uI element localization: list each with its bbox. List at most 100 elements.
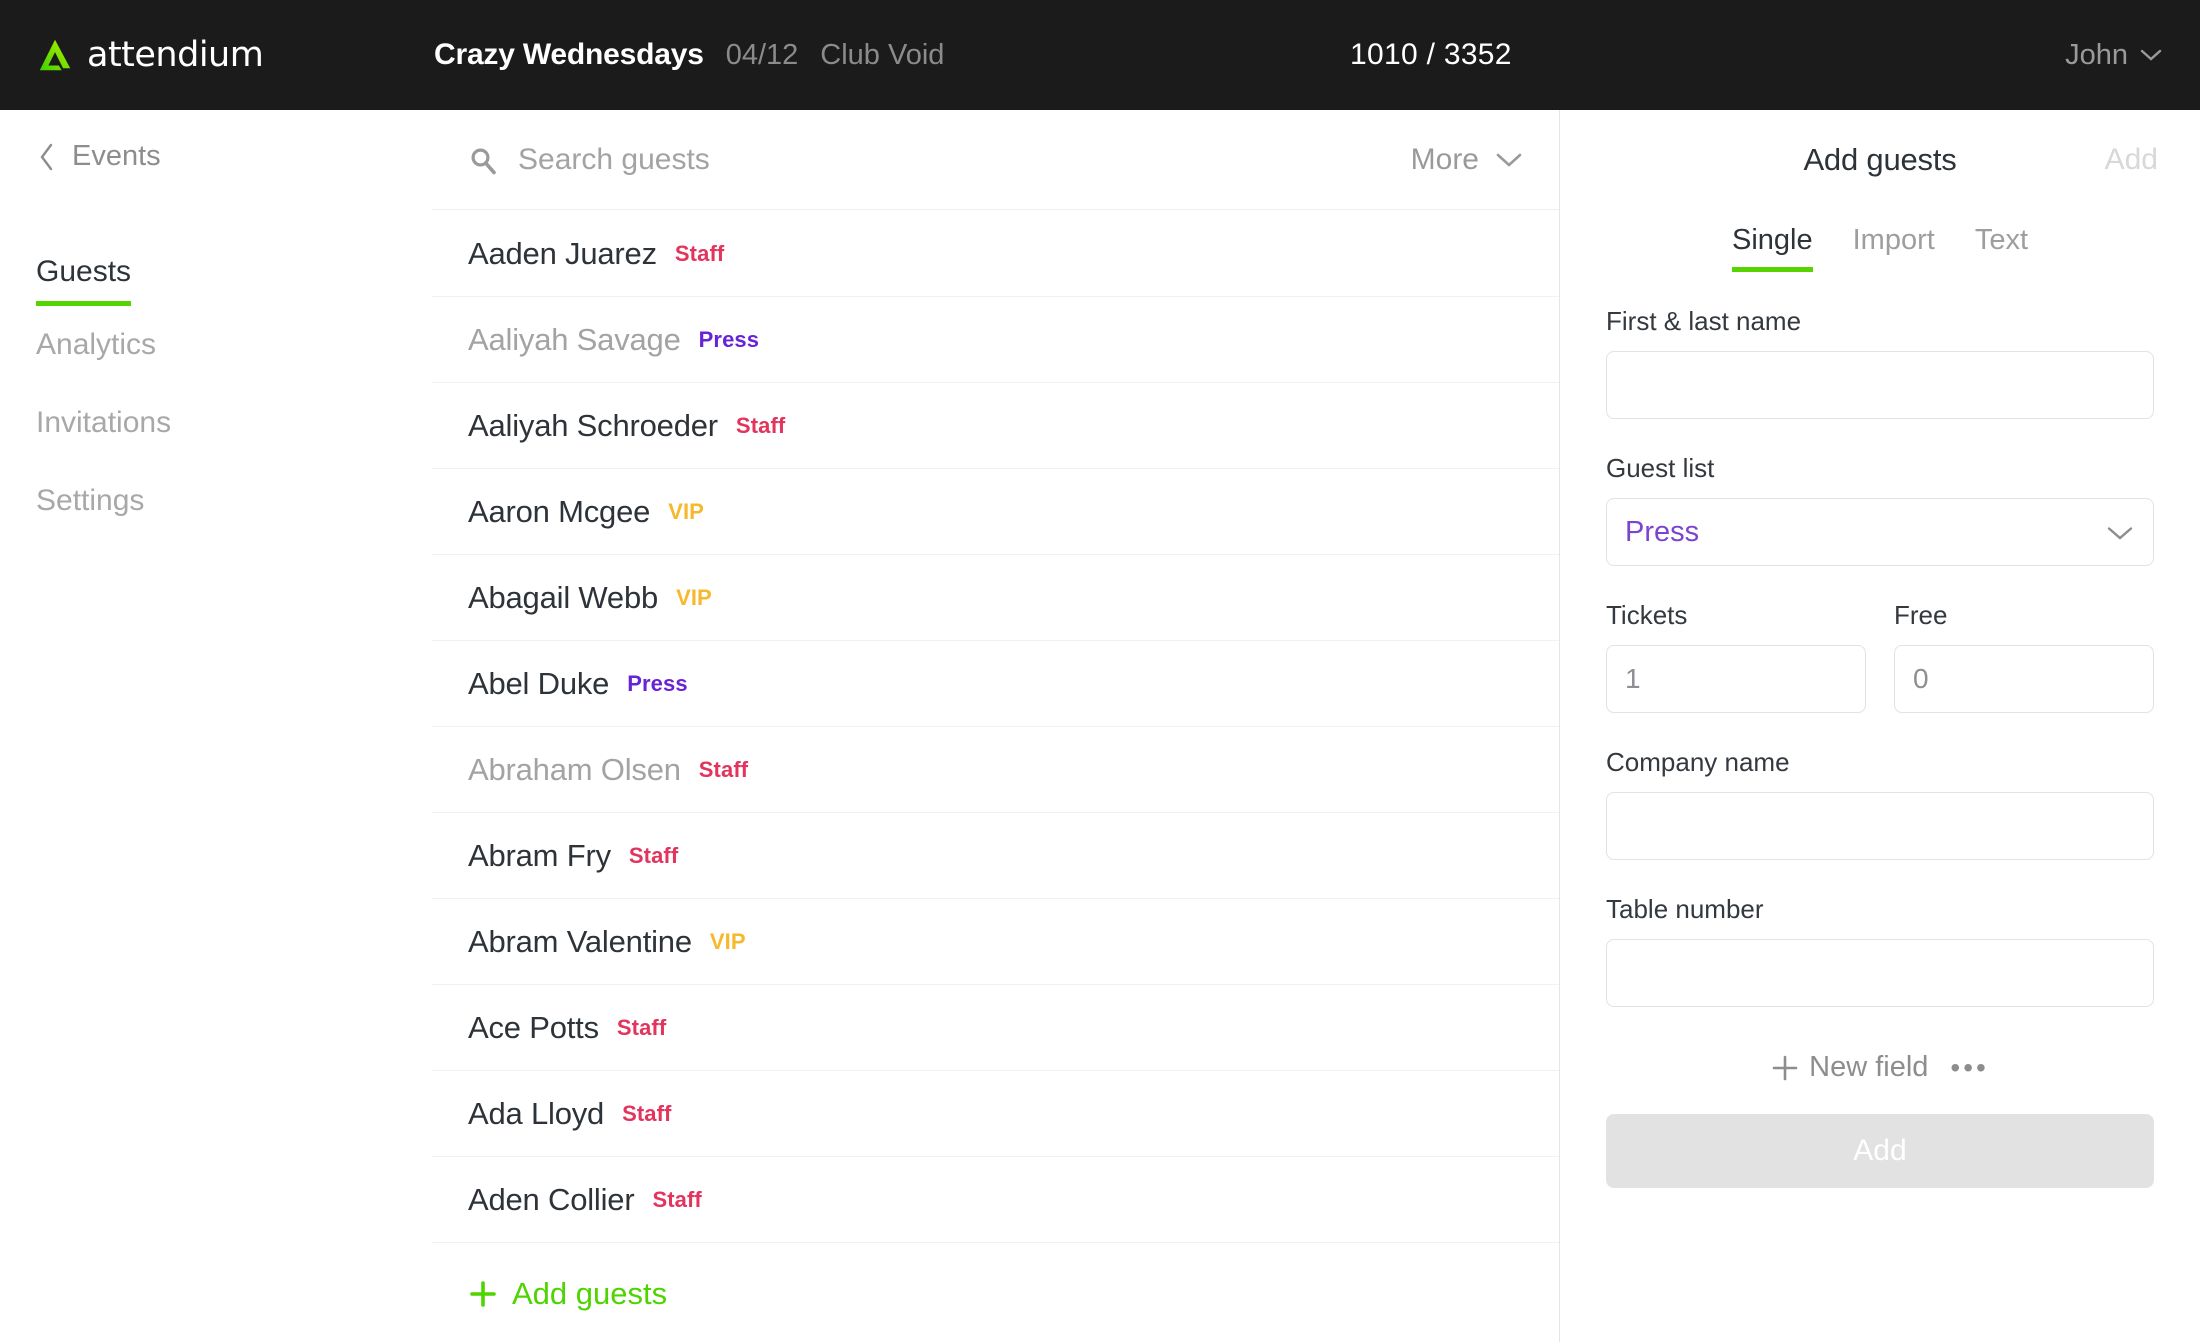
- guest-name: Aden Collier: [468, 1181, 635, 1217]
- tab-single[interactable]: Single: [1732, 224, 1813, 272]
- guest-row[interactable]: Aaliyah Savage Press: [432, 297, 1559, 383]
- field-guest-list-label: Guest list: [1606, 453, 1715, 483]
- guest-name: Aaliyah Schroeder: [468, 407, 718, 443]
- tab-import[interactable]: Import: [1853, 224, 1935, 272]
- guest-list-badge: Press: [627, 670, 688, 696]
- chevron-down-icon: [2140, 49, 2162, 61]
- guest-list-badge: Staff: [674, 240, 725, 266]
- guest-row[interactable]: Aaron Mcgee VIP: [432, 469, 1559, 555]
- guest-list-badge: Staff: [622, 1100, 672, 1126]
- tickets-free-row: Tickets Free: [1606, 600, 2154, 713]
- name-input[interactable]: [1606, 351, 2154, 419]
- sidebar-item-settings[interactable]: Settings: [36, 462, 144, 540]
- field-guest-list: Guest list Press: [1606, 453, 2154, 566]
- free-input[interactable]: [1894, 645, 2154, 713]
- user-menu[interactable]: John: [2065, 39, 2162, 72]
- guest-row[interactable]: Ada Lloyd Staff: [432, 1071, 1559, 1157]
- guest-name: Ada Lloyd: [468, 1095, 605, 1131]
- guest-name: Ace Potts: [468, 1009, 599, 1045]
- field-table-number-label: Table number: [1606, 894, 1764, 924]
- breadcrumb-back-events[interactable]: Events: [38, 140, 432, 173]
- panel-title: Add guests: [1803, 142, 1957, 177]
- guest-list-select[interactable]: Press: [1606, 498, 2154, 566]
- guest-list-column: More Aaden Juarez Staff Aaliyah Savage Pres…: [432, 110, 1560, 1342]
- sidebar-item-analytics[interactable]: Analytics: [36, 306, 156, 384]
- guest-row[interactable]: Abram Fry Staff: [432, 813, 1559, 899]
- more-button[interactable]: More: [1411, 143, 1523, 177]
- guest-name: Abel Duke: [468, 665, 610, 701]
- guest-name: Abram Fry: [468, 837, 611, 873]
- field-company-label: Company name: [1606, 747, 1790, 777]
- user-name: John: [2065, 38, 2128, 71]
- guest-list-badge: Press: [698, 326, 760, 352]
- add-guests-link[interactable]: Add guests: [468, 1276, 667, 1312]
- guest-list-badge: VIP: [676, 584, 712, 610]
- plus-icon: [470, 1280, 496, 1307]
- guest-list-badge: Staff: [628, 842, 679, 868]
- new-field-button[interactable]: New field: [1771, 1051, 1928, 1084]
- field-free: Free: [1894, 600, 2154, 713]
- panel-header: Add guests Add: [1606, 110, 2158, 210]
- guest-row[interactable]: Aaden Juarez Staff: [432, 211, 1559, 297]
- tickets-input[interactable]: [1606, 645, 1866, 713]
- event-name: Crazy Wednesdays: [434, 38, 704, 71]
- field-name-label: First & last name: [1606, 306, 1802, 336]
- chevron-down-icon: [2107, 527, 2133, 540]
- triangle-logo-icon: [39, 39, 71, 71]
- guest-list[interactable]: Aaden Juarez Staff Aaliyah Savage Press Aali…: [432, 211, 1559, 1245]
- guest-row[interactable]: Abagail Webb VIP: [432, 555, 1559, 641]
- panel-add-top-button[interactable]: Add: [2105, 143, 2158, 177]
- guest-list-badge: Staff: [616, 1014, 667, 1040]
- sidebar-item-guests[interactable]: Guests: [36, 233, 132, 306]
- brand-logo[interactable]: attendium: [36, 35, 376, 75]
- more-label: More: [1410, 142, 1479, 176]
- ellipsis-icon[interactable]: •••: [1950, 1053, 1988, 1082]
- sidebar-item-invitations[interactable]: Invitations: [36, 384, 171, 462]
- company-input[interactable]: [1606, 792, 2154, 860]
- guest-list-footer: Add guests: [432, 1245, 1559, 1342]
- guest-row[interactable]: Aden Collier Staff: [432, 1157, 1559, 1243]
- guest-list-selected-value: Press: [1625, 515, 1700, 548]
- guest-row[interactable]: Aaliyah Schroeder Staff: [432, 383, 1559, 469]
- event-summary: Crazy Wednesdays 04/12 Club Void: [434, 38, 944, 72]
- guest-list-badge: VIP: [668, 498, 704, 524]
- new-field-row: New field •••: [1606, 1051, 2154, 1084]
- panel-tabs: Single Import Text: [1606, 224, 2154, 272]
- checkin-counter: 1010 / 3352: [1350, 38, 1512, 71]
- guest-row[interactable]: Abraham Olsen Staff: [432, 727, 1559, 813]
- guest-list-badge: Staff: [698, 756, 749, 782]
- event-venue: Club Void: [820, 39, 945, 71]
- add-guests-panel: Add guests Add Single Import Text First …: [1560, 110, 2200, 1342]
- guest-name: Abraham Olsen: [468, 751, 681, 787]
- chevron-down-icon: [1496, 153, 1522, 167]
- field-table-number: Table number: [1606, 894, 2154, 1007]
- event-date: 04/12: [725, 39, 799, 71]
- field-company: Company name: [1606, 747, 2154, 860]
- guest-name: Abagail Webb: [468, 579, 659, 615]
- field-name: First & last name: [1606, 306, 2154, 419]
- left-sidebar: Events Guests Analytics Invitations Sett…: [0, 110, 432, 1342]
- guest-name: Abram Valentine: [468, 923, 692, 959]
- guest-name: Aaden Juarez: [468, 235, 657, 271]
- guest-row[interactable]: Abel Duke Press: [432, 641, 1559, 727]
- chevron-left-icon: [40, 143, 53, 170]
- submit-add-button[interactable]: Add: [1606, 1114, 2154, 1188]
- field-tickets-label: Tickets: [1606, 600, 1688, 630]
- field-free-label: Free: [1894, 600, 1948, 630]
- guest-row[interactable]: Abram Valentine VIP: [432, 899, 1559, 985]
- guest-row[interactable]: Ace Potts Staff: [432, 985, 1559, 1071]
- search-icon: [471, 147, 496, 174]
- plus-icon: [1772, 1055, 1798, 1080]
- breadcrumb-label: Events: [72, 140, 161, 172]
- search-toolbar: More: [432, 110, 1559, 210]
- new-field-label: New field: [1809, 1051, 1929, 1083]
- guest-list-badge: Staff: [652, 1186, 702, 1212]
- brand-name: attendium: [87, 35, 264, 75]
- field-tickets: Tickets: [1606, 600, 1866, 713]
- tab-text[interactable]: Text: [1975, 224, 2028, 272]
- top-bar: attendium Crazy Wednesdays 04/12 Club Vo…: [0, 0, 2200, 110]
- table-number-input[interactable]: [1606, 939, 2154, 1007]
- guest-name: Aaron Mcgee: [468, 493, 651, 529]
- guest-list-badge: Staff: [735, 412, 786, 438]
- search-input[interactable]: [518, 142, 1218, 177]
